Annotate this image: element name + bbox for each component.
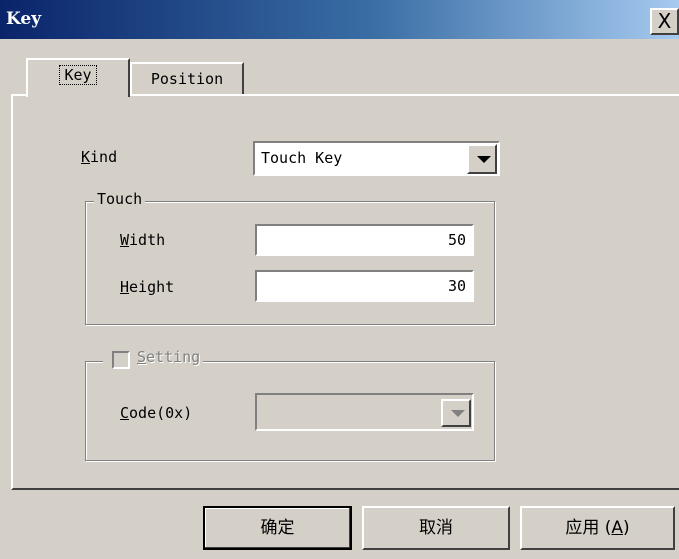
tab-position-label: Position — [150, 70, 224, 88]
key-dialog: Key X Key Position Kind Touch Key Touch … — [0, 0, 679, 559]
chevron-down-icon — [451, 410, 465, 417]
apply-button[interactable]: 应用 (A) — [520, 506, 675, 550]
window-title: Key — [6, 9, 42, 29]
code-select[interactable] — [255, 393, 474, 431]
close-icon: X — [657, 9, 672, 33]
tab-position[interactable]: Position — [130, 62, 244, 96]
code-dropdown-button[interactable] — [441, 399, 471, 427]
tab-key-label: Key — [59, 65, 97, 85]
setting-checkbox[interactable] — [112, 351, 130, 369]
width-label: Width — [120, 231, 166, 249]
kind-dropdown-button[interactable] — [467, 144, 497, 174]
kind-select[interactable]: Touch Key — [253, 141, 500, 176]
code-label: Code(0x) — [120, 404, 193, 422]
kind-label: Kind — [81, 148, 118, 166]
cancel-button[interactable]: 取消 — [362, 506, 510, 550]
tab-key[interactable]: Key — [26, 58, 130, 97]
height-input[interactable]: 30 — [255, 270, 474, 302]
touch-group — [85, 201, 495, 325]
ok-button[interactable]: 确定 — [203, 506, 352, 550]
kind-value: Touch Key — [261, 149, 343, 167]
width-input[interactable]: 50 — [255, 224, 474, 256]
close-button[interactable]: X — [650, 8, 679, 35]
chevron-down-icon — [477, 156, 491, 163]
height-label: Height — [120, 278, 175, 296]
title-bar[interactable]: Key X — [0, 0, 679, 39]
touch-group-legend: Touch — [94, 190, 146, 208]
